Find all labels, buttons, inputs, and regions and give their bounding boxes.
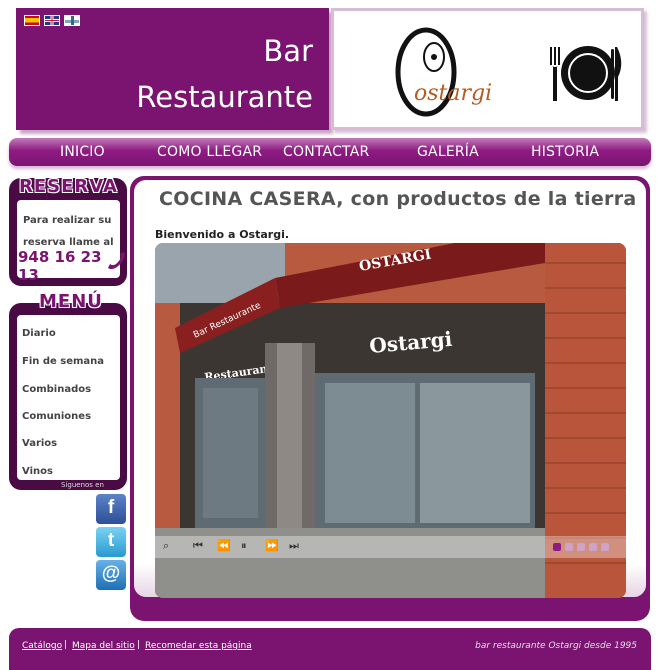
slide-dot-3[interactable] (577, 543, 585, 551)
pause-icon[interactable]: ⏸ (241, 539, 247, 553)
english-flag-icon[interactable] (44, 15, 60, 26)
telephone-icon (108, 252, 125, 270)
welcome-text: Bienvenido a Ostargi. (155, 228, 290, 241)
menu-title: MENÚ (39, 291, 103, 312)
menu-item-varios[interactable]: Varios (22, 438, 57, 449)
menu-item-diario[interactable]: Diario (22, 328, 56, 339)
slideshow-controls: ⌕ ⏮ ⏪ ⏸ ⏩ ⏭ (155, 536, 626, 558)
footer-separator: | (137, 640, 141, 650)
basque-flag-icon[interactable] (64, 15, 80, 26)
footer: Catálogo | Mapa del sitio | Recomedar es… (9, 628, 651, 670)
footer-copyright: bar restaurante Ostargi desde 1995 (475, 641, 637, 651)
header-logo-panel: ostargi (331, 8, 644, 130)
footer-link-mapa[interactable]: Mapa del sitio (72, 641, 135, 651)
footer-separator: | (64, 640, 68, 650)
menu-item-comuniones[interactable]: Comuniones (22, 411, 91, 422)
logo-text: ostargi (414, 81, 493, 106)
facebook-icon[interactable]: f (96, 494, 126, 524)
footer-link-recomendar[interactable]: Recomedar esta página (145, 641, 252, 651)
brand-title-bar: Bar (263, 34, 313, 68)
nav-inicio[interactable]: INICIO (60, 144, 105, 160)
last-slide-icon[interactable]: ⏭ (289, 539, 299, 553)
page-title: COCINA CASERA, con productos de la tierr… (159, 188, 637, 210)
menu-box: MENÚ Diario Fin de semana Combinados Com… (9, 291, 127, 490)
first-slide-icon[interactable]: ⏮ (193, 539, 203, 553)
follow-us-label: Síguenos en (61, 481, 104, 489)
reservation-title: RESERVA (19, 176, 118, 197)
previous-slide-icon[interactable]: ⏪ (217, 539, 231, 552)
language-flags (24, 15, 80, 26)
slide-dot-5[interactable] (601, 543, 609, 551)
slide-dot-1[interactable] (553, 543, 561, 551)
menu-item-vinos[interactable]: Vinos (22, 466, 53, 477)
email-icon[interactable]: @ (96, 560, 126, 590)
slide-dot-2[interactable] (565, 543, 573, 551)
plate-cutlery-icon (549, 46, 622, 101)
brand-title-restaurante: Restaurante (136, 80, 313, 114)
spanish-flag-icon[interactable] (24, 15, 40, 26)
reservation-box: RESERVA Para realizar su reserva llame a… (9, 176, 127, 286)
fullscreen-icon[interactable]: ⌕ (163, 539, 169, 553)
nav-como-llegar[interactable]: COMO LLEGAR (157, 144, 262, 160)
main-content-frame: COCINA CASERA, con productos de la tierr… (130, 176, 650, 621)
header-brand-panel: Bar Restaurante (16, 8, 329, 130)
main-navigation: INICIO COMO LLEGAR CONTACTAR GALERÍA HIS… (9, 138, 651, 166)
slide-dot-4[interactable] (589, 543, 597, 551)
menu-item-combinados[interactable]: Combinados (22, 384, 91, 395)
footer-link-catalogo[interactable]: Catálogo (22, 641, 62, 651)
nav-galeria[interactable]: GALERÍA (417, 144, 479, 160)
nav-contactar[interactable]: CONTACTAR (283, 144, 369, 160)
nav-historia[interactable]: HISTORIA (531, 144, 599, 160)
twitter-icon[interactable]: t (96, 527, 126, 557)
next-slide-icon[interactable]: ⏩ (265, 539, 279, 552)
menu-list: Diario Fin de semana Combinados Comunion… (17, 315, 120, 480)
restaurant-photo-slideshow[interactable]: OSTARGI Bar Restaurante Ostargi Restaura… (155, 243, 626, 598)
main-content: COCINA CASERA, con productos de la tierr… (134, 180, 646, 598)
menu-item-fin-de-semana[interactable]: Fin de semana (22, 356, 104, 367)
